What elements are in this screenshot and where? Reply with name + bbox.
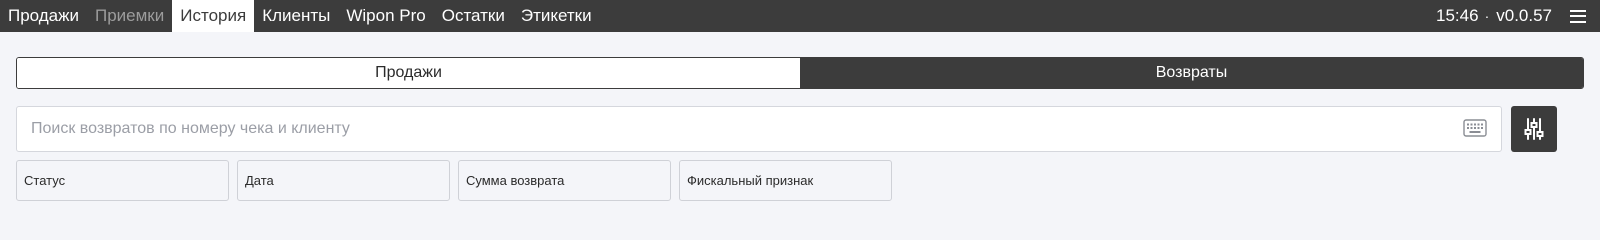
nav-item-stock[interactable]: Остатки <box>434 0 513 32</box>
nav-item-labels[interactable]: Этикетки <box>513 0 600 32</box>
history-type-segmented-control: Продажи Возвраты <box>16 57 1584 89</box>
nav-item-receipts[interactable]: Приемки <box>87 0 172 32</box>
sliders-icon <box>1524 118 1544 140</box>
nav-item-clients[interactable]: Клиенты <box>254 0 338 32</box>
filter-fiscal-sign[interactable]: Фискальный признак <box>679 160 892 201</box>
filter-chips: Статус Дата Сумма возврата Фискальный пр… <box>16 160 900 201</box>
keyboard-icon[interactable] <box>1463 118 1487 138</box>
tab-sales-history[interactable]: Продажи <box>17 58 800 88</box>
top-navigation-bar: Продажи Приемки История Клиенты Wipon Pr… <box>0 0 1600 32</box>
search-input[interactable] <box>17 107 1437 151</box>
tab-returns-history[interactable]: Возвраты <box>800 58 1583 88</box>
filter-date[interactable]: Дата <box>237 160 450 201</box>
hamburger-icon[interactable] <box>1570 9 1586 23</box>
search-box <box>16 106 1502 152</box>
app-version: v0.0.57 <box>1496 6 1552 25</box>
status-area: 15:46 · v0.0.57 <box>1436 0 1600 32</box>
filter-status[interactable]: Статус <box>16 160 229 201</box>
nav-item-sales[interactable]: Продажи <box>0 0 87 32</box>
main-nav: Продажи Приемки История Клиенты Wipon Pr… <box>0 0 600 32</box>
status-separator: · <box>1484 8 1490 24</box>
filter-settings-button[interactable] <box>1511 106 1557 152</box>
nav-item-wipon-pro[interactable]: Wipon Pro <box>338 0 433 32</box>
filter-return-amount[interactable]: Сумма возврата <box>458 160 671 201</box>
clock-time: 15:46 <box>1436 6 1479 25</box>
nav-item-history[interactable]: История <box>172 0 255 32</box>
